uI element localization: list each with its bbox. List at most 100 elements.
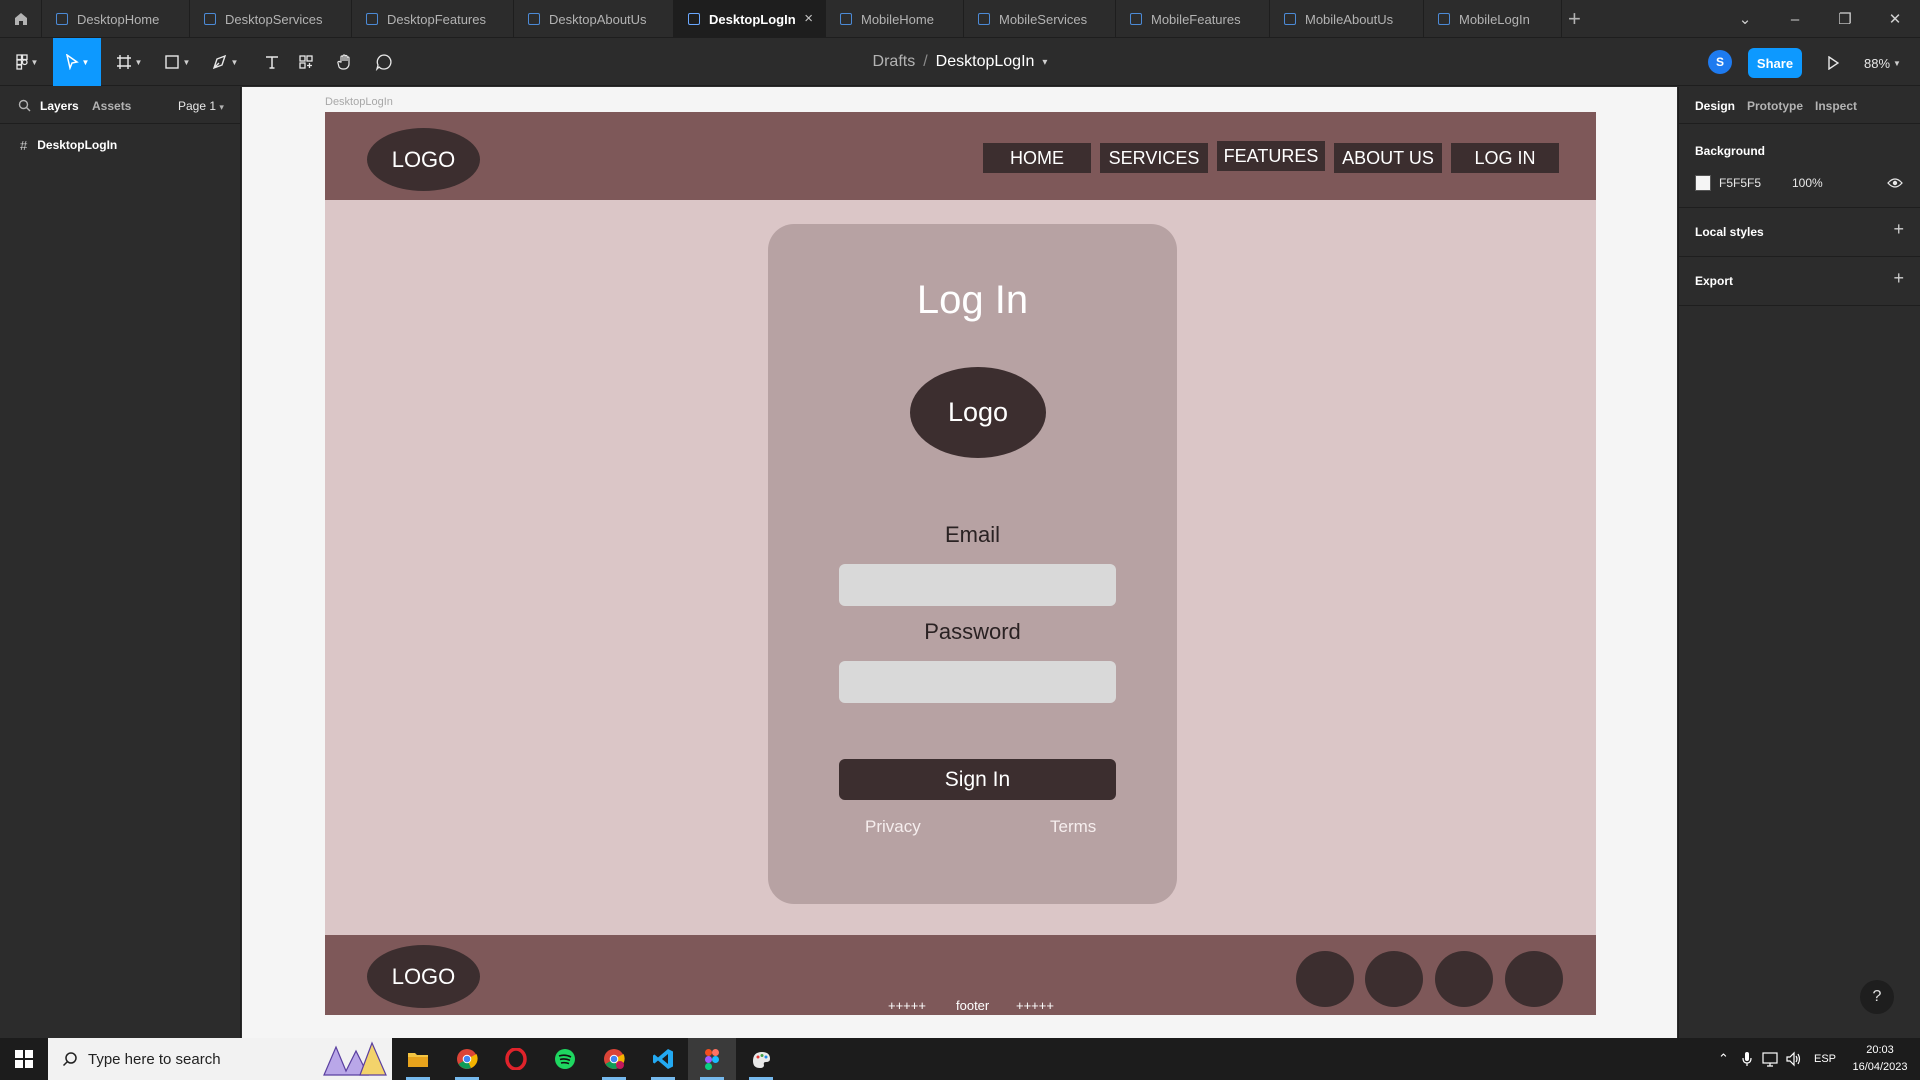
tab-design[interactable]: Design (1695, 99, 1735, 113)
tab-inspect[interactable]: Inspect (1815, 99, 1857, 113)
background-color-swatch[interactable] (1695, 175, 1711, 191)
right-panel-tabs: Design Prototype Inspect (1679, 87, 1920, 124)
tab-assets[interactable]: Assets (92, 99, 131, 113)
close-window-icon[interactable]: ✕ (1870, 0, 1920, 38)
present-button[interactable] (1820, 48, 1846, 78)
email-field[interactable] (839, 564, 1116, 606)
desktop-login-frame[interactable]: LOGO HOME SERVICES FEATURES ABOUT US LOG… (325, 112, 1596, 1015)
social-icon[interactable] (1296, 951, 1354, 1007)
chevron-down-icon[interactable]: ▾ (1042, 57, 1047, 68)
file-explorer-button[interactable] (394, 1038, 442, 1080)
privacy-link[interactable]: Privacy (865, 817, 921, 837)
tab-mobile-about-us[interactable]: MobileAboutUs (1270, 0, 1424, 38)
resources-tool[interactable] (286, 38, 326, 86)
text-icon (266, 56, 278, 69)
clock[interactable]: 20:03 16/04/2023 (1848, 1042, 1912, 1076)
close-tab-icon[interactable]: × (804, 10, 813, 27)
left-panel-tabs: Layers Assets Page 1 ▾ (0, 87, 241, 124)
tab-desktop-features[interactable]: DesktopFeatures (352, 0, 514, 38)
breadcrumb-folder[interactable]: Drafts (873, 53, 916, 71)
volume-icon (1786, 1051, 1801, 1067)
tab-label: MobileFeatures (1151, 11, 1241, 27)
footer-logo[interactable]: LOGO (367, 945, 480, 1008)
network-icon[interactable] (1762, 1038, 1780, 1080)
figma-file-icon (204, 13, 216, 25)
nav-link-login[interactable]: LOG IN (1451, 143, 1559, 173)
volume-icon[interactable] (1786, 1038, 1802, 1080)
pen-icon (212, 54, 226, 70)
comment-tool[interactable] (364, 38, 404, 86)
sign-in-button[interactable]: Sign In (839, 759, 1116, 800)
home-button[interactable] (0, 0, 42, 38)
tab-desktop-services[interactable]: DesktopServices (190, 0, 352, 38)
microphone-icon[interactable] (1742, 1038, 1752, 1080)
show-hidden-icons[interactable]: ⌃ (1718, 1038, 1729, 1080)
opera-button[interactable] (492, 1038, 540, 1080)
shape-tool[interactable]: ▼ (158, 38, 196, 86)
tab-desktop-about-us[interactable]: DesktopAboutUs (514, 0, 674, 38)
share-button[interactable]: Share (1748, 48, 1802, 78)
search-icon[interactable] (18, 99, 31, 112)
frame-tool[interactable]: ▼ (110, 38, 148, 86)
figma-file-icon (1438, 13, 1450, 25)
background-hex[interactable]: F5F5F5 (1719, 176, 1761, 190)
vscode-button[interactable] (639, 1038, 687, 1080)
background-section-title: Background (1695, 144, 1766, 158)
move-tool[interactable]: ▼ (53, 38, 101, 86)
tab-mobile-services[interactable]: MobileServices (964, 0, 1116, 38)
password-field[interactable] (839, 661, 1116, 703)
zoom-dropdown[interactable]: 88% ▼ (1864, 48, 1901, 78)
eye-icon[interactable] (1887, 177, 1903, 189)
background-opacity[interactable]: 100% (1792, 176, 1823, 190)
social-icon[interactable] (1365, 951, 1423, 1007)
figma-button[interactable] (688, 1038, 736, 1080)
hand-tool[interactable] (325, 38, 365, 86)
email-label: Email (944, 522, 1000, 547)
navbar-logo[interactable]: LOGO (367, 128, 480, 191)
layer-item[interactable]: # DesktopLogIn (0, 131, 241, 159)
tab-overflow-chevron-icon[interactable]: ⌄ (1720, 0, 1770, 38)
social-icon[interactable] (1435, 951, 1493, 1007)
breadcrumb-file[interactable]: DesktopLogIn (936, 53, 1035, 71)
microphone-icon (1742, 1052, 1752, 1066)
page-selector[interactable]: Page 1 ▾ (178, 99, 224, 113)
chevron-down-icon: ▼ (1893, 58, 1901, 68)
start-button[interactable] (0, 1038, 48, 1080)
minimize-icon[interactable]: – (1770, 0, 1820, 38)
tab-mobile-login[interactable]: MobileLogIn (1424, 0, 1562, 38)
tab-mobile-features[interactable]: MobileFeatures (1116, 0, 1270, 38)
nav-link-services[interactable]: SERVICES (1100, 143, 1208, 173)
tab-layers[interactable]: Layers (40, 99, 79, 113)
spotify-button[interactable] (541, 1038, 589, 1080)
tab-desktop-home[interactable]: DesktopHome (42, 0, 190, 38)
chevron-down-icon: ▼ (230, 57, 239, 67)
hand-icon (337, 54, 350, 70)
main-menu-button[interactable]: ▼ (8, 38, 46, 86)
chrome-button[interactable] (443, 1038, 491, 1080)
nav-link-features[interactable]: FEATURES (1217, 141, 1325, 171)
chrome-profile-icon (604, 1049, 625, 1069)
tab-mobile-home[interactable]: MobileHome (826, 0, 964, 38)
pen-tool[interactable]: ▼ (206, 38, 244, 86)
terms-link[interactable]: Terms (1050, 817, 1096, 837)
avatar[interactable]: S (1708, 50, 1732, 74)
taskbar-search[interactable]: Type here to search (48, 1038, 392, 1080)
vscode-icon (653, 1049, 673, 1069)
help-button[interactable]: ? (1860, 980, 1894, 1014)
nav-link-about-us[interactable]: ABOUT US (1334, 143, 1442, 173)
chrome-profile-button[interactable] (590, 1038, 638, 1080)
social-icon[interactable] (1505, 951, 1563, 1007)
nav-link-home[interactable]: HOME (983, 143, 1091, 173)
figma-file-icon (366, 13, 378, 25)
frame-label[interactable]: DesktopLogIn (325, 96, 393, 108)
language-indicator[interactable]: ESP (1814, 1038, 1836, 1080)
add-export-icon[interactable]: + (1893, 268, 1904, 289)
add-style-icon[interactable]: + (1893, 219, 1904, 240)
canvas[interactable]: DesktopLogIn LOGO HOME SERVICES FEATURES… (242, 87, 1677, 1038)
paint-button[interactable] (737, 1038, 785, 1080)
layer-name: DesktopLogIn (37, 138, 118, 152)
tab-prototype[interactable]: Prototype (1747, 99, 1803, 113)
restore-icon[interactable]: ❐ (1820, 0, 1870, 38)
add-tab-button[interactable]: + (1568, 6, 1581, 32)
tab-desktop-login[interactable]: DesktopLogIn × (674, 0, 826, 38)
